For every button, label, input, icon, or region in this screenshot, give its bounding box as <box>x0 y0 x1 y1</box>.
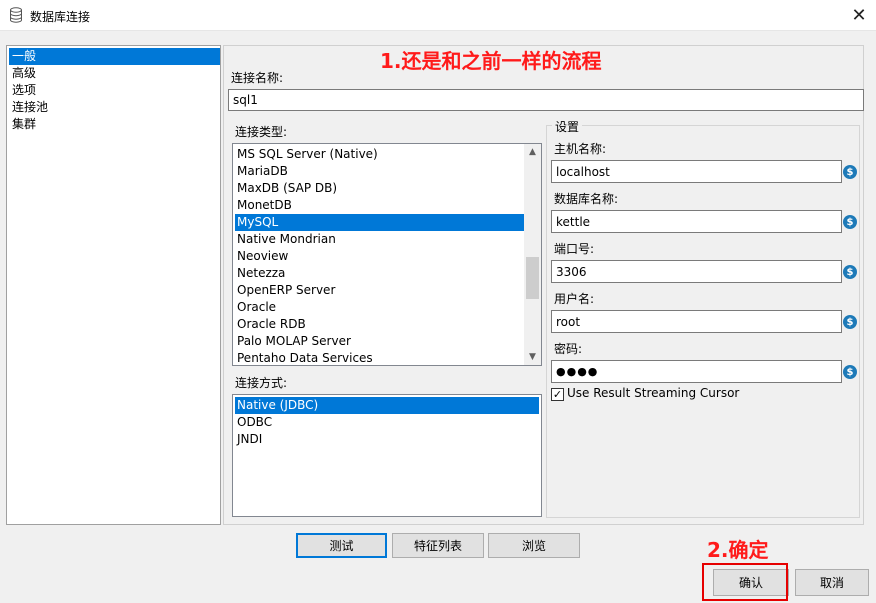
streaming-cursor-checkbox[interactable]: ✓ <box>551 388 564 401</box>
access-method-label: 连接方式: <box>235 376 288 390</box>
close-icon: ✕ <box>851 4 867 26</box>
scroll-up-icon[interactable]: ▲ <box>524 144 541 160</box>
list-item[interactable]: OpenERP Server <box>235 282 524 299</box>
port-label: 端口号: <box>554 242 595 256</box>
close-button[interactable]: ✕ <box>846 2 872 28</box>
explore-button[interactable]: 浏览 <box>488 533 580 558</box>
scroll-thumb[interactable] <box>526 257 539 299</box>
list-item[interactable]: MonetDB <box>235 197 524 214</box>
list-item[interactable]: MS SQL Server (Native) <box>235 146 524 163</box>
variable-icon[interactable]: $ <box>843 365 857 379</box>
annotation-step-2: 2.确定 <box>707 538 769 562</box>
connection-name-label: 连接名称: <box>231 71 284 85</box>
password-label: 密码: <box>554 342 583 356</box>
variable-icon[interactable]: $ <box>843 315 857 329</box>
variable-icon[interactable]: $ <box>843 165 857 179</box>
list-item[interactable]: Pentaho Data Services <box>235 350 524 365</box>
nav-item-cluster[interactable]: 集群 <box>9 116 220 133</box>
list-item[interactable]: Oracle <box>235 299 524 316</box>
list-item[interactable]: ODBC <box>235 414 539 431</box>
title-bar: 数据库连接 ✕ <box>0 0 876 31</box>
list-item[interactable]: Palo MOLAP Server <box>235 333 524 350</box>
database-name-input[interactable]: kettle <box>551 210 842 233</box>
nav-item-advanced[interactable]: 高级 <box>9 65 220 82</box>
hostname-input[interactable]: localhost <box>551 160 842 183</box>
list-item[interactable]: JNDI <box>235 431 539 448</box>
list-item-selected[interactable]: Native (JDBC) <box>235 397 539 414</box>
list-item[interactable]: Netezza <box>235 265 524 282</box>
access-method-list[interactable]: Native (JDBC) ODBC JNDI <box>232 394 542 517</box>
list-item[interactable]: MaxDB (SAP DB) <box>235 180 524 197</box>
cancel-button[interactable]: 取消 <box>795 569 869 596</box>
variable-icon[interactable]: $ <box>843 265 857 279</box>
connection-type-scrollbar[interactable]: ▲ ▼ <box>524 144 541 365</box>
username-input[interactable]: root <box>551 310 842 333</box>
feature-list-button[interactable]: 特征列表 <box>392 533 484 558</box>
database-icon <box>10 7 22 23</box>
nav-item-general[interactable]: 一般 <box>9 48 220 65</box>
list-item-selected[interactable]: MySQL <box>235 214 524 231</box>
window-title: 数据库连接 <box>30 10 91 24</box>
ok-button-highlight <box>702 563 788 601</box>
test-button[interactable]: 测试 <box>296 533 387 558</box>
username-label: 用户名: <box>554 292 595 306</box>
scroll-down-icon[interactable]: ▼ <box>524 349 541 365</box>
port-input[interactable]: 3306 <box>551 260 842 283</box>
check-icon: ✓ <box>552 388 563 401</box>
list-item[interactable]: Oracle RDB <box>235 316 524 333</box>
database-name-label: 数据库名称: <box>554 192 619 206</box>
list-item[interactable]: Native Mondrian <box>235 231 524 248</box>
nav-item-options[interactable]: 选项 <box>9 82 220 99</box>
connection-name-input[interactable]: sql1 <box>228 89 864 111</box>
nav-item-pooling[interactable]: 连接池 <box>9 99 220 116</box>
list-item[interactable]: MariaDB <box>235 163 524 180</box>
password-input[interactable]: ●●●● <box>551 360 842 383</box>
streaming-cursor-label: Use Result Streaming Cursor <box>567 386 740 400</box>
settings-group-title: 设置 <box>552 118 583 135</box>
list-item[interactable]: Neoview <box>235 248 524 265</box>
connection-type-label: 连接类型: <box>235 125 288 139</box>
variable-icon[interactable]: $ <box>843 215 857 229</box>
annotation-step-1: 1.还是和之前一样的流程 <box>380 49 602 73</box>
hostname-label: 主机名称: <box>554 142 607 156</box>
connection-type-list[interactable]: MS SQL Server (Native) MariaDB MaxDB (SA… <box>232 143 542 366</box>
settings-category-list[interactable]: 一般 高级 选项 连接池 集群 <box>6 45 221 525</box>
